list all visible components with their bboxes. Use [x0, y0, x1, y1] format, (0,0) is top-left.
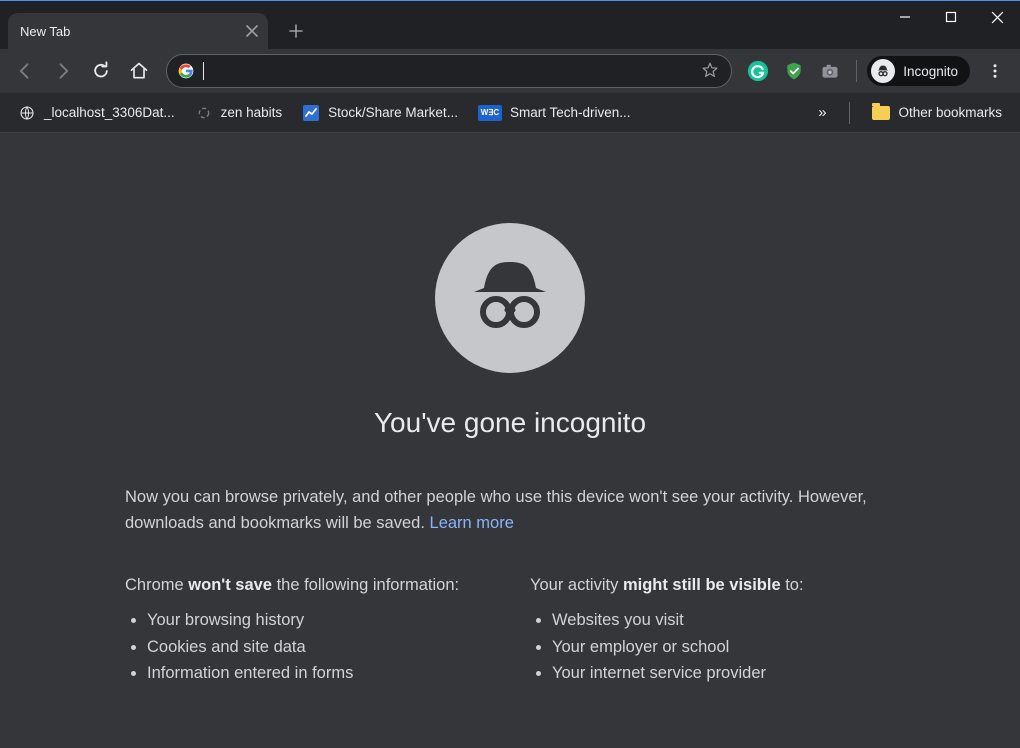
other-bookmarks-folder[interactable]: Other bookmarks [864, 105, 1010, 120]
bookmark-star-icon[interactable] [701, 61, 721, 81]
list-item: Your internet service provider [552, 660, 895, 686]
reload-button[interactable] [84, 54, 118, 88]
tab-title: New Tab [20, 24, 70, 39]
browser-tab[interactable]: New Tab [8, 13, 268, 49]
folder-icon [872, 106, 890, 120]
visible-to-column: Your activity might still be visible to:… [530, 576, 895, 686]
chart-icon [302, 104, 320, 122]
visible-to-list: Websites you visit Your employer or scho… [530, 607, 895, 686]
wont-save-column: Chrome won't save the following informat… [125, 576, 490, 686]
home-button[interactable] [122, 54, 156, 88]
toolbar-divider [856, 60, 857, 82]
incognito-hero: You've gone incognito Now you can browse… [125, 223, 895, 686]
learn-more-link[interactable]: Learn more [430, 514, 514, 532]
incognito-hat-icon [871, 59, 895, 83]
bookmark-label: Smart Tech-driven... [510, 105, 631, 120]
menu-button[interactable] [978, 54, 1012, 88]
visible-to-heading: Your activity might still be visible to: [530, 576, 895, 595]
wont-save-list: Your browsing history Cookies and site d… [125, 607, 490, 686]
address-bar[interactable] [166, 54, 732, 88]
camera-icon[interactable] [817, 58, 843, 84]
intro-paragraph: Now you can browse privately, and other … [125, 485, 895, 536]
list-item: Your browsing history [147, 607, 490, 633]
incognito-label: Incognito [903, 64, 958, 79]
page-content: You've gone incognito Now you can browse… [0, 133, 1020, 748]
bookmarks-bar: _localhost_3306Dat... zen habits Stock/S… [0, 93, 1020, 133]
bookmark-label: Stock/Share Market... [328, 105, 458, 120]
bookmark-label: zen habits [221, 105, 283, 120]
incognito-hero-icon [435, 223, 585, 373]
toolbar: Incognito [0, 49, 1020, 93]
new-tab-button[interactable] [282, 17, 310, 45]
minimize-button[interactable] [882, 1, 928, 33]
bookmark-item[interactable]: W∃C Smart Tech-driven... [470, 98, 639, 128]
spinner-icon [195, 104, 213, 122]
shield-icon[interactable] [781, 58, 807, 84]
browser-window: New Tab [0, 0, 1020, 748]
incognito-indicator[interactable]: Incognito [867, 56, 970, 86]
wont-save-heading: Chrome won't save the following informat… [125, 576, 490, 595]
bookmark-label: _localhost_3306Dat... [44, 105, 175, 120]
bookmarks-overflow-button[interactable]: » [809, 104, 835, 121]
globe-icon [18, 104, 36, 122]
bookmark-item[interactable]: _localhost_3306Dat... [10, 98, 183, 128]
list-item: Information entered in forms [147, 660, 490, 686]
wec-icon: W∃C [478, 105, 502, 121]
close-window-button[interactable] [974, 1, 1020, 33]
text-cursor [203, 62, 204, 80]
bookmark-item[interactable]: Stock/Share Market... [294, 98, 466, 128]
other-bookmarks-label: Other bookmarks [898, 105, 1002, 120]
list-item: Websites you visit [552, 607, 895, 633]
omnibox-input[interactable] [214, 55, 695, 87]
bookmark-item[interactable]: zen habits [187, 98, 291, 128]
back-button[interactable] [8, 54, 42, 88]
tab-strip: New Tab [0, 1, 1020, 49]
window-controls [882, 1, 1020, 41]
maximize-button[interactable] [928, 1, 974, 33]
close-tab-icon[interactable] [244, 23, 260, 39]
list-item: Cookies and site data [147, 634, 490, 660]
list-item: Your employer or school [552, 634, 895, 660]
forward-button[interactable] [46, 54, 80, 88]
page-heading: You've gone incognito [374, 407, 646, 439]
google-icon [177, 62, 195, 80]
grammarly-icon[interactable] [745, 58, 771, 84]
info-columns: Chrome won't save the following informat… [125, 576, 895, 686]
bookmarks-divider [849, 102, 850, 124]
